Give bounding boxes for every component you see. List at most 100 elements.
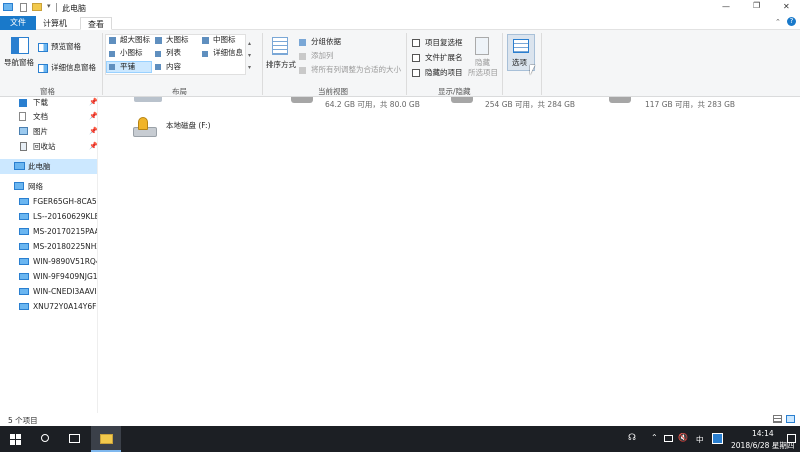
volume-muted-icon[interactable]: 🔇	[678, 433, 688, 442]
quick-access-dropdown-icon[interactable]: ▾	[47, 2, 51, 10]
preview-pane-button[interactable]: 预览窗格	[51, 42, 81, 52]
user-icon[interactable]	[712, 433, 723, 444]
display-icon[interactable]	[664, 435, 673, 442]
sidebar-item-network-pc[interactable]: WIN-9F9409NJG1	[0, 269, 98, 284]
sidebar-item-network-pc[interactable]: WIN-9890V51RQ4	[0, 254, 97, 269]
minimize-button[interactable]: —	[722, 2, 730, 11]
notification-icon[interactable]	[787, 434, 796, 443]
clock-date[interactable]: 2018/6/28 星期四	[731, 440, 794, 451]
sidebar-item-label: 此电脑	[28, 162, 51, 171]
pin-icon[interactable]: 📌	[89, 127, 97, 135]
drive-label: 本地磁盘 (F:)	[166, 121, 211, 130]
tray-chevron-icon[interactable]: ⌃	[651, 433, 658, 442]
separator	[406, 33, 407, 95]
folder-icon	[100, 434, 113, 444]
sidebar-item-network-pc[interactable]: MS-20180225NHZ	[0, 239, 97, 254]
start-icon[interactable]	[10, 434, 21, 445]
tab-computer[interactable]: 计算机	[36, 17, 74, 30]
close-button[interactable]: ✕	[783, 2, 790, 11]
sidebar-item-label: WIN-9F9409NJG1	[33, 272, 98, 281]
add-column-button[interactable]: 添加列	[311, 51, 334, 61]
sidebar-item-recycle-bin[interactable]: 回收站 📌	[0, 139, 97, 154]
properties-icon[interactable]	[20, 3, 27, 12]
drive-icon[interactable]	[291, 97, 313, 103]
show-hide-group-label: 显示/隐藏	[438, 87, 471, 96]
people-icon[interactable]: ☊	[628, 433, 636, 443]
layout-extra-large[interactable]: 超大图标	[120, 35, 150, 45]
add-column-icon	[299, 53, 306, 60]
computer-icon	[19, 258, 29, 265]
hide-selected-icon	[475, 37, 489, 55]
navigation-pane: 下载 📌 文档 📌 图片 📌 回收站 📌 此电脑 网络 FGER65GH-8CA…	[0, 97, 98, 413]
sidebar-item-label: 回收站	[33, 142, 56, 151]
drive-icon[interactable]	[134, 97, 162, 102]
sidebar-item-label: WIN-CNEDI3AAVI	[33, 287, 97, 296]
layout-content[interactable]: 内容	[166, 62, 181, 72]
help-icon[interactable]: ?	[787, 17, 796, 26]
sidebar-item-network-pc[interactable]: XNU72Y0A14Y6FC	[0, 299, 97, 314]
download-icon	[19, 99, 27, 107]
item-checkboxes-checkbox[interactable]	[412, 39, 420, 47]
tab-file[interactable]: 文件	[0, 16, 36, 30]
sidebar-item-network-pc[interactable]: WIN-CNEDI3AAVI	[0, 284, 97, 299]
network-icon	[14, 182, 24, 190]
drive-tile-f[interactable]: 本地磁盘 (F:)	[133, 114, 223, 142]
pin-icon[interactable]: 📌	[89, 112, 97, 120]
large-icons-view-icon[interactable]	[786, 415, 795, 423]
layout-medium[interactable]: 中图标	[213, 35, 236, 45]
options-label: 选项	[512, 58, 527, 67]
sidebar-item-network[interactable]: 网络	[0, 179, 97, 194]
content-icon	[155, 64, 161, 70]
drive-icon[interactable]	[609, 97, 631, 103]
sort-by-button[interactable]: 排序方式	[266, 60, 296, 70]
search-icon[interactable]	[41, 434, 49, 442]
ribbon: 导航窗格 预览窗格 详细信息窗格 窗格 超大图标 大图标 中图标 小图标 列表 …	[0, 30, 800, 97]
tiles-icon	[109, 64, 115, 70]
sidebar-item-network-pc[interactable]: FGER65GH-8CA50	[0, 194, 97, 209]
layout-list[interactable]: 列表	[166, 48, 181, 58]
group-by-icon	[299, 39, 306, 46]
pin-icon[interactable]: 📌	[89, 98, 97, 106]
hide-selected-button[interactable]: 隐藏	[475, 58, 490, 68]
gallery-scroll-icon[interactable]: ▴ ▾ ▾	[248, 38, 251, 74]
sidebar-item-network-pc[interactable]: LS--20160629KLB	[0, 209, 98, 224]
sidebar-item-label: LS--20160629KLB	[33, 212, 98, 221]
sidebar-item-this-pc[interactable]: 此电脑	[0, 159, 97, 174]
hidden-items-checkbox[interactable]	[412, 69, 420, 77]
panes-group-label: 窗格	[40, 87, 55, 96]
current-view-group-label: 当前视图	[318, 87, 348, 96]
layout-large[interactable]: 大图标	[166, 35, 189, 45]
drive-usage-text: 64.2 GB 可用，共 80.0 GB	[325, 100, 420, 109]
layout-tiles[interactable]: 平铺	[120, 62, 135, 72]
details-pane-button[interactable]: 详细信息窗格	[51, 63, 96, 73]
separator	[262, 33, 263, 95]
ribbon-collapse-icon[interactable]: ⌃	[775, 18, 781, 26]
task-view-icon[interactable]	[69, 434, 80, 443]
tab-view[interactable]: 查看	[80, 17, 112, 30]
status-bar: 5 个项目	[0, 413, 800, 426]
file-explorer-taskbar-button[interactable]	[91, 426, 121, 452]
sidebar-item-network-pc[interactable]: MS-20170215PAA	[0, 224, 97, 239]
pin-icon[interactable]: 📌	[89, 142, 97, 150]
file-view: 64.2 GB 可用，共 80.0 GB 254 GB 可用，共 284 GB …	[99, 97, 800, 413]
layout-details[interactable]: 详细信息	[213, 48, 243, 58]
clock-time[interactable]: 14:14	[752, 429, 774, 438]
fit-columns-button[interactable]: 将所有列调整为合适的大小	[311, 65, 401, 75]
ime-indicator[interactable]: 中	[696, 434, 704, 445]
new-folder-icon[interactable]	[32, 3, 42, 11]
sidebar-item-documents[interactable]: 文档 📌	[0, 109, 97, 124]
group-by-button[interactable]: 分组依据	[311, 37, 341, 47]
title-bar: ▾ 此电脑 — ❐ ✕	[0, 0, 800, 16]
file-extensions-checkbox[interactable]	[412, 54, 420, 62]
maximize-button[interactable]: ❐	[753, 1, 760, 10]
nav-pane-button[interactable]: 导航窗格	[4, 58, 34, 68]
sidebar-item-pictures[interactable]: 图片 📌	[0, 124, 97, 139]
drive-icon[interactable]	[451, 97, 473, 103]
details-view-icon[interactable]	[773, 415, 782, 423]
ribbon-tabs: 文件 计算机 查看 ⌃ ?	[0, 16, 800, 30]
taskbar: ☊ ⌃ 🔇 中 14:14 2018/6/28 星期四	[0, 426, 800, 452]
pictures-icon	[19, 127, 28, 135]
layout-small[interactable]: 小图标	[120, 48, 143, 58]
computer-icon	[19, 213, 29, 220]
separator	[502, 33, 503, 95]
